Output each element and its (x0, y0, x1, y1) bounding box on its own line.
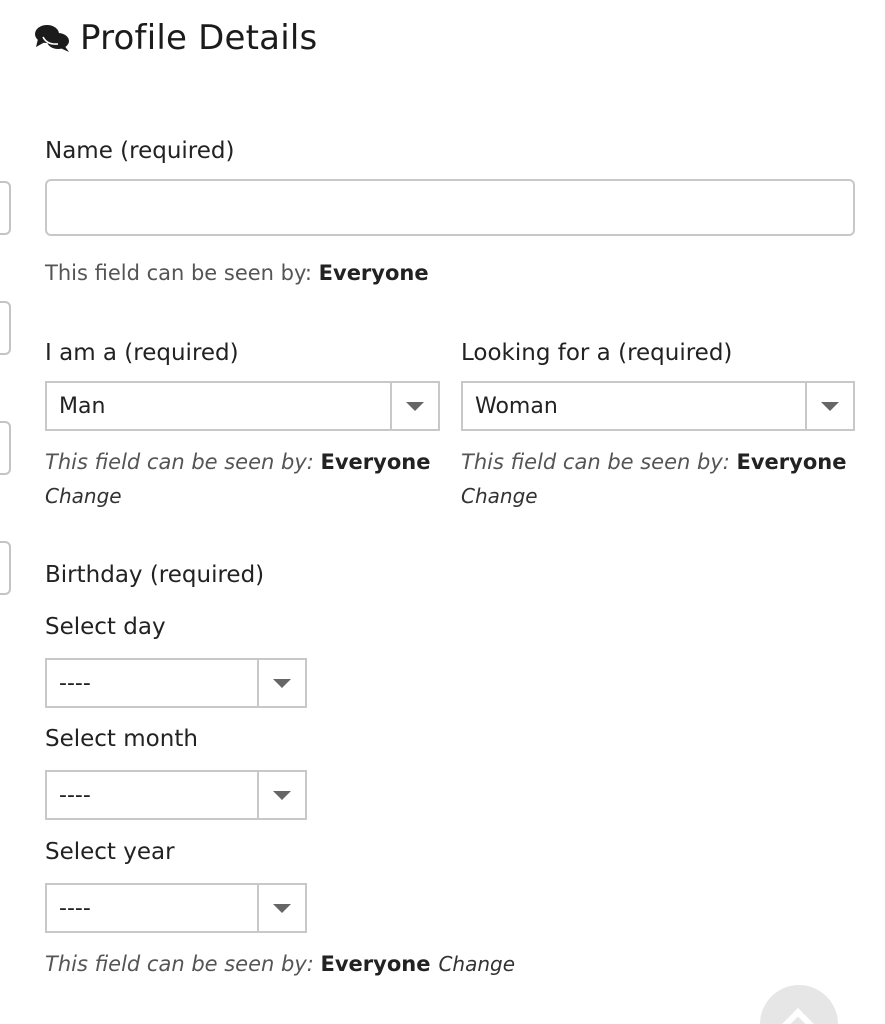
name-visibility-prefix: This field can be seen by: (45, 261, 319, 285)
month-dropdown-toggle[interactable] (257, 772, 305, 818)
chevron-down-icon (273, 678, 291, 688)
iam-selected-value: Man (59, 393, 106, 419)
select-year-label: Select year (45, 839, 175, 865)
page-title-text: Profile Details (80, 18, 318, 58)
name-label: Name (required) (45, 138, 235, 164)
iam-label: I am a (required) (45, 340, 239, 366)
year-selected-value: ---- (59, 895, 91, 921)
day-dropdown-toggle[interactable] (257, 660, 305, 706)
chevron-down-icon (273, 790, 291, 800)
looking-visibility-prefix: This field can be seen by: (461, 450, 737, 474)
looking-dropdown-toggle[interactable] (805, 383, 853, 429)
name-visibility-note: This field can be seen by: Everyone (45, 261, 429, 285)
day-select[interactable]: ---- (45, 658, 307, 708)
profile-details-page: Profile Details Name (required) This fie… (0, 0, 885, 1024)
looking-label: Looking for a (required) (461, 340, 733, 366)
offscreen-field-edge (0, 421, 11, 475)
iam-change-link[interactable]: Change (45, 484, 122, 508)
day-selected-value: ---- (59, 670, 91, 696)
looking-visibility-note: This field can be seen by: Everyone (461, 450, 846, 474)
page-title: Profile Details (34, 18, 317, 58)
looking-select[interactable]: Woman (461, 381, 855, 431)
month-select[interactable]: ---- (45, 770, 307, 820)
birthday-change-link[interactable]: Change (438, 952, 515, 976)
iam-visibility-value: Everyone (320, 450, 431, 474)
month-selected-value: ---- (59, 782, 91, 808)
name-visibility-value: Everyone (318, 261, 429, 285)
year-select[interactable]: ---- (45, 883, 307, 933)
chevron-up-icon (781, 1008, 815, 1024)
select-day-label: Select day (45, 614, 166, 640)
birthday-visibility-prefix: This field can be seen by: (45, 952, 321, 976)
chevron-down-icon (273, 903, 291, 913)
offscreen-field-edge (0, 301, 11, 355)
select-month-label: Select month (45, 726, 198, 752)
looking-visibility-value: Everyone (736, 450, 847, 474)
offscreen-field-edge (0, 541, 11, 595)
iam-visibility-note: This field can be seen by: Everyone (45, 450, 430, 474)
looking-selected-value: Woman (475, 393, 558, 419)
chevron-down-icon (406, 401, 424, 411)
birthday-visibility-value: Everyone (320, 952, 431, 976)
birthday-visibility-note: This field can be seen by: Everyone Chang… (45, 952, 515, 976)
looking-change-link[interactable]: Change (461, 484, 538, 508)
birthday-label: Birthday (required) (45, 562, 265, 588)
chevron-down-icon (821, 401, 839, 411)
name-input[interactable] (45, 179, 855, 236)
scroll-to-top-button[interactable] (760, 985, 838, 1024)
comments-icon (35, 25, 69, 52)
year-dropdown-toggle[interactable] (257, 885, 305, 931)
iam-dropdown-toggle[interactable] (390, 383, 438, 429)
iam-select[interactable]: Man (45, 381, 440, 431)
iam-visibility-prefix: This field can be seen by: (45, 450, 321, 474)
offscreen-field-edge (0, 181, 11, 235)
